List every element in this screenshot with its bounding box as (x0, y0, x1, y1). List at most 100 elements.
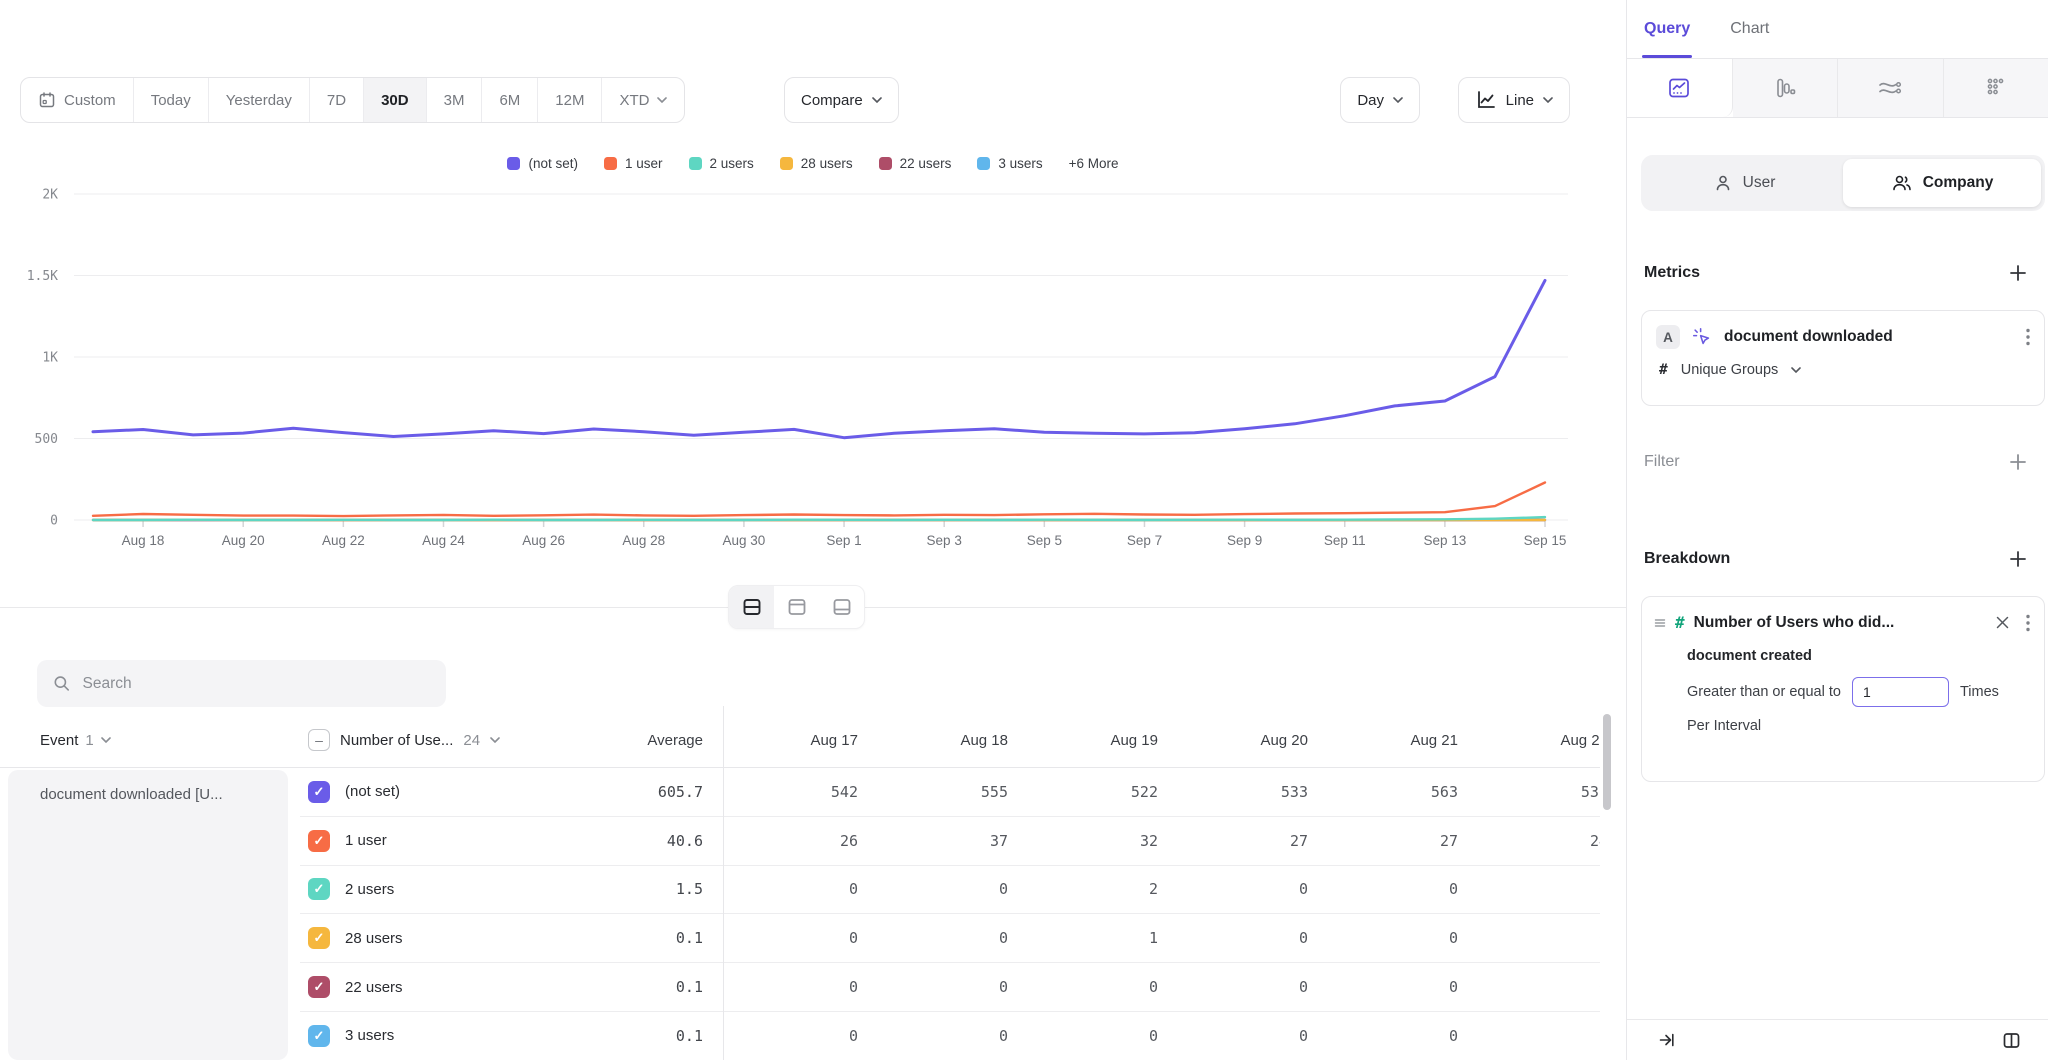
series-checkbox[interactable]: ✓ (308, 1025, 330, 1047)
value-cell: 0 (1323, 880, 1473, 898)
series-average: 0.1 (676, 978, 723, 996)
value-cell: 0 (1473, 978, 1600, 996)
x-axis-label: Sep 1 (826, 533, 861, 548)
x-axis-label: Sep 11 (1324, 533, 1366, 548)
value-cell: 0 (1173, 929, 1323, 947)
chart-type-dropdown[interactable]: Line (1458, 77, 1570, 123)
value-cell: 0 (723, 880, 873, 898)
date-column-header: Aug 20 (1173, 712, 1323, 768)
breakdown-condition-row: Greater than or equal to Times (1687, 677, 2030, 707)
range-30d[interactable]: 30D (364, 78, 427, 122)
series-label: 2 users (345, 881, 661, 898)
scope-user[interactable]: User (1645, 159, 1843, 207)
tab-query[interactable]: Query (1644, 0, 1690, 58)
range-7d[interactable]: 7D (310, 78, 364, 122)
add-filter-button[interactable] (2008, 452, 2028, 472)
layout-chart-button[interactable] (774, 586, 819, 628)
chevron-down-icon (1393, 97, 1403, 103)
chart-type-scatter[interactable] (1944, 59, 2048, 117)
series-checkbox[interactable]: ✓ (308, 830, 330, 852)
metric-aggregation[interactable]: # Unique Groups (1656, 362, 2030, 378)
x-axis-label: Sep 9 (1227, 533, 1262, 548)
arrow-to-right-icon (1658, 1031, 1676, 1049)
value-cell: 0 (1323, 1027, 1473, 1045)
layout-split-button[interactable] (729, 586, 774, 628)
search-icon (53, 674, 71, 693)
metric-card-row: A document downloaded (1656, 325, 2030, 349)
filter-title: Filter (1644, 453, 1680, 471)
value-cell: 0 (1023, 978, 1173, 996)
value-cell: 563 (1323, 783, 1473, 801)
split-panel-icon (2002, 1031, 2021, 1050)
value-cell: 0 (723, 929, 873, 947)
dots-grid-icon (1984, 76, 2008, 100)
chevron-down-icon (101, 737, 111, 743)
value-cell: 0 (1173, 1027, 1323, 1045)
compare-button[interactable]: Compare (784, 77, 899, 123)
value-cell: 27 (1173, 832, 1323, 850)
column-divider (723, 706, 724, 1060)
value-cell: 32 (1023, 832, 1173, 850)
panel-layout-button[interactable] (2002, 1031, 2021, 1050)
range-today[interactable]: Today (134, 78, 209, 122)
interval-dropdown[interactable]: Day (1340, 77, 1420, 123)
x-axis-label: Aug 24 (422, 533, 465, 548)
chart-type-line[interactable] (1627, 59, 1733, 117)
add-metric-button[interactable] (2008, 263, 2028, 283)
top-panel-icon (786, 596, 808, 618)
range-xtd[interactable]: XTD (602, 78, 684, 122)
series-checkbox[interactable]: ✓ (308, 927, 330, 949)
scope-company[interactable]: Company (1843, 159, 2041, 207)
x-axis-label: Aug 30 (723, 533, 766, 548)
add-breakdown-button[interactable] (2008, 549, 2028, 569)
chart-type-flow[interactable] (1838, 59, 1944, 117)
tab-chart[interactable]: Chart (1730, 0, 1769, 58)
table-row: ✓2 users1.5002000 (300, 866, 1600, 915)
range-yesterday[interactable]: Yesterday (209, 78, 310, 122)
table-row: ✓3 users0.1000000 (300, 1012, 1600, 1060)
chart-type-label: Line (1506, 92, 1534, 109)
value-cell: 24 (1473, 832, 1600, 850)
x-axis-label: Sep 7 (1127, 533, 1162, 548)
date-column-header: Aug 17 (723, 712, 873, 768)
interval-label: Day (1357, 92, 1384, 109)
breakdown-interval-label[interactable]: Per Interval (1687, 718, 2030, 734)
search-input[interactable] (83, 675, 430, 693)
series-checkbox[interactable]: ✓ (308, 976, 330, 998)
value-cell: 542 (723, 783, 873, 801)
series-label: 28 users (345, 930, 661, 947)
range-3m[interactable]: 3M (427, 78, 483, 122)
value-cell: 0 (723, 1027, 873, 1045)
drag-handle-icon[interactable] (1654, 617, 1666, 629)
value-cell: 0 (1323, 929, 1473, 947)
value-cell: 522 (1023, 783, 1173, 801)
date-column-header: Aug 18 (873, 712, 1023, 768)
metric-letter-badge: A (1656, 325, 1680, 349)
breakdown-event-name[interactable]: document created (1687, 648, 2030, 664)
event-column-header[interactable]: Event 1 (40, 712, 111, 768)
range-6m[interactable]: 6M (482, 78, 538, 122)
chart-type-selector (1627, 59, 2048, 118)
range-custom[interactable]: Custom (21, 78, 134, 122)
x-axis-label: Sep 3 (927, 533, 962, 548)
series-checkbox[interactable]: ✓ (308, 781, 330, 803)
breakdown-menu-button[interactable] (2026, 614, 2030, 632)
chart-type-bar[interactable] (1733, 59, 1839, 117)
layout-table-button[interactable] (819, 586, 864, 628)
series-checkbox[interactable]: ✓ (308, 878, 330, 900)
average-column-header: Average (303, 712, 703, 768)
table-scrollbar[interactable] (1603, 714, 1611, 810)
breakdown-remove-button[interactable] (1988, 614, 2017, 631)
collapse-sidebar-button[interactable] (1658, 1031, 1676, 1049)
metric-menu-button[interactable] (2026, 328, 2030, 346)
condition-value-input[interactable] (1852, 677, 1949, 707)
filter-section-header: Filter (1644, 452, 2028, 472)
y-axis-label: 1K (42, 351, 58, 366)
event-row[interactable]: document downloaded [U... (8, 770, 288, 818)
chevron-down-icon (872, 97, 882, 103)
range-12m[interactable]: 12M (538, 78, 602, 122)
breakdown-section-header: Breakdown (1644, 549, 2028, 569)
metric-card[interactable]: A document downloaded # Unique Groups (1641, 310, 2045, 406)
x-axis-label: Aug 28 (622, 533, 665, 548)
condition-unit-label: Times (1960, 684, 1999, 700)
